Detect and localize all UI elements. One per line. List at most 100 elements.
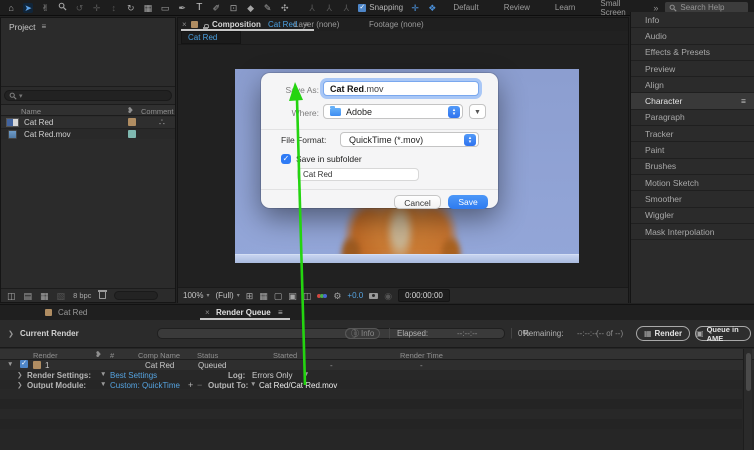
file-format-dropdown[interactable]: QuickTime (*.mov) ▴ ▾ [340,132,479,147]
row-label-chip[interactable] [33,361,41,369]
render-info-button[interactable]: ⓘ Info [345,328,381,339]
sidebar-item-mask-interpolation[interactable]: Mask Interpolation [631,223,754,241]
transparency-grid-icon[interactable]: ▣ [288,291,297,301]
tab-timeline-cat-red[interactable]: Cat Red [58,308,87,317]
subfolder-name-input[interactable]: Cat Red [297,168,419,181]
expand-row-chevron-icon[interactable]: ▼ [7,361,13,368]
new-composition-icon[interactable]: ▦ [40,291,49,301]
bit-depth-label[interactable]: 8 bpc [73,291,91,300]
tab-footage[interactable]: Footage (none) [369,20,424,29]
snapping-toggle[interactable]: ✓ Snapping [358,3,403,12]
resolution-gear-icon[interactable]: ⚙ [333,291,341,301]
puppet-pin-tool-icon[interactable]: ✣ [280,3,290,13]
sidebar-item-wiggler[interactable]: Wiggler [631,207,754,224]
expand-chevron-icon[interactable]: ❯ [17,371,22,379]
tab-composition-name[interactable]: Cat Red [268,20,297,29]
selection-tool-icon[interactable]: ➤ [23,2,34,13]
sidebar-item-paragraph[interactable]: Paragraph [631,109,754,127]
zoom-tool-icon[interactable] [57,2,67,13]
camera-tool-icon[interactable]: ▦ [143,3,153,13]
workspace-tab-review[interactable]: Review [495,3,539,12]
save-button[interactable]: Save [448,195,488,209]
delete-icon[interactable] [98,290,108,299]
where-dropdown[interactable]: Adobe ▴ ▾ [323,104,463,119]
queue-row[interactable]: ▼ ✓ 1 Cat Red Queued - - [0,360,754,370]
roto-brush-tool-icon[interactable]: ✎ [263,3,273,13]
pen-tool-icon[interactable]: ✒ [177,3,187,13]
sidebar-item-brushes[interactable]: Brushes [631,158,754,175]
adjustment-icon[interactable]: ▧ [57,291,66,301]
render-checkbox[interactable]: ✓ [20,360,28,368]
column-name[interactable]: Name [21,107,41,116]
hand-tool-icon[interactable]: ✌ [40,3,50,13]
column-status[interactable]: Status [197,351,218,360]
type-tool-icon[interactable]: T [194,2,204,13]
exposure-value[interactable]: +0.0 [347,291,363,300]
column-started[interactable]: Started [273,351,297,360]
project-search-input[interactable]: ▾ [4,90,172,101]
save-in-subfolder-checkbox[interactable]: ✓ Save in subfolder [281,154,362,164]
sidebar-item-preview[interactable]: Preview [631,60,754,78]
workspace-tab-learn[interactable]: Learn [546,3,584,12]
label-color-column-icon[interactable]: ❥ [127,106,134,115]
tab-composition[interactable]: Composition [212,20,261,29]
workspace-tab-default[interactable]: Default [444,3,487,12]
render-button[interactable]: ▦ Render [636,326,690,341]
column-render[interactable]: Render [33,351,58,360]
tab-layer[interactable]: Layer (none) [294,20,339,29]
queue-scrollbar-track[interactable] [743,349,752,450]
resolution-dropdown[interactable]: (Full) ▾ [215,291,239,300]
panel-menu-icon[interactable]: ≡ [741,96,746,106]
show-rulers-icon[interactable]: ▦ [259,291,268,301]
comp-subtab[interactable]: Cat Red [181,31,241,44]
snapshot-camera-icon[interactable] [369,292,379,299]
choose-grid-icon[interactable]: ⊞ [246,291,254,301]
panel-menu-icon[interactable]: ≡ [278,308,283,317]
dropdown-chevron-icon[interactable]: ▼ [250,381,256,388]
interpret-footage-icon[interactable]: ◫ [7,291,16,301]
label-color-column-icon[interactable]: ❥ [95,350,102,359]
label-color-chip[interactable] [128,118,136,126]
column-number[interactable]: # [110,351,114,360]
snap-feature-icon[interactable]: ✛ [410,3,420,13]
sidebar-item-info[interactable]: Info [631,12,754,29]
close-icon[interactable]: × [205,308,210,317]
mask-visibility-icon[interactable]: ◫ [303,291,312,301]
filename-input[interactable]: Cat Red .mov [323,81,479,96]
rotation-tool-icon[interactable]: ↻ [126,3,136,13]
region-of-interest-icon[interactable]: ▢ [274,291,283,301]
column-comment[interactable]: Comment [141,107,174,116]
sidebar-item-tracker[interactable]: Tracker [631,126,754,143]
sidebar-item-character[interactable]: Character ≡ [631,93,754,110]
clone-stamp-tool-icon[interactable]: ⊡ [228,3,238,13]
column-render-time[interactable]: Render Time [400,351,443,360]
label-color-chip[interactable] [128,130,136,138]
panel-menu-icon[interactable]: ≡ [41,22,46,32]
snap-bounds-icon[interactable]: ❖ [427,3,437,13]
sidebar-item-paint[interactable]: Paint [631,142,754,159]
tab-render-queue[interactable]: Render Queue [216,308,271,317]
dropdown-chevron-icon[interactable]: ▼ [303,371,309,378]
brush-tool-icon[interactable]: ✐ [211,3,221,13]
close-icon[interactable]: × [182,20,187,29]
magnification-dropdown[interactable]: 100% ▾ [183,291,209,300]
home-icon[interactable]: ⌂ [6,3,16,13]
timecode-display[interactable]: 0:00:00:00 [398,289,450,302]
column-comp-name[interactable]: Comp Name [138,351,180,360]
sidebar-item-audio[interactable]: Audio [631,28,754,45]
expand-chevron-icon[interactable]: ❯ [17,381,22,389]
sidebar-item-motion-sketch[interactable]: Motion Sketch [631,174,754,192]
queue-in-ame-button[interactable]: ▣ Queue in AME [695,325,751,343]
add-output-module-icon[interactable]: + [188,380,193,390]
workspace-overflow-icon[interactable]: » [653,3,658,13]
dropdown-chevron-icon[interactable]: ▼ [100,371,106,378]
new-folder-icon[interactable]: ▤ [24,291,33,301]
remove-output-module-icon[interactable]: − [197,380,202,390]
queue-scrollbar-thumb[interactable] [745,353,751,391]
sidebar-item-smoother[interactable]: Smoother [631,191,754,208]
collapse-chevron-icon[interactable]: ❯ [8,330,14,338]
dropdown-chevron-icon[interactable]: ▼ [100,381,106,388]
cancel-button[interactable]: Cancel [394,195,441,209]
mask-rect-tool-icon[interactable]: ▭ [160,3,170,13]
sidebar-item-align[interactable]: Align [631,77,754,94]
